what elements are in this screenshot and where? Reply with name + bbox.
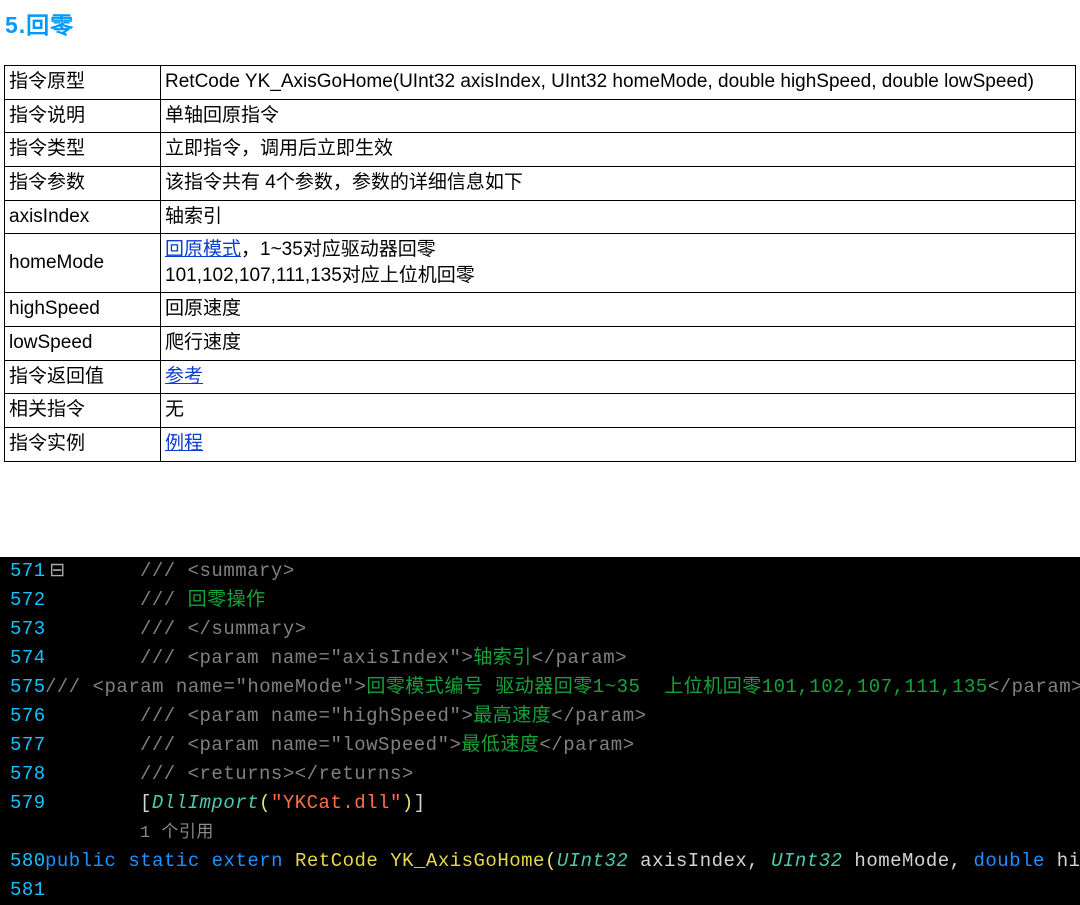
line-number: 571	[0, 557, 45, 586]
row-label: 指令参数	[5, 166, 161, 200]
row-label: lowSpeed	[5, 327, 161, 361]
fold-gutter[interactable]: ⊟	[45, 557, 70, 586]
line-number: 577	[0, 731, 45, 760]
table-row: 相关指令无	[5, 394, 1076, 428]
row-value: 单轴回原指令	[161, 99, 1076, 133]
code-content: 1 个引用	[140, 818, 1080, 848]
code-line: 579 [DllImport("YKCat.dll")]	[0, 789, 1080, 818]
value-link[interactable]: 例程	[165, 433, 203, 454]
line-number: 578	[0, 760, 45, 789]
row-label: 指令说明	[5, 99, 161, 133]
line-number: 574	[0, 644, 45, 673]
line-number: 572	[0, 586, 45, 615]
line-number: 580	[0, 847, 45, 876]
code-line: 574 /// <param name="axisIndex">轴索引</para…	[0, 644, 1080, 673]
code-line: 576 /// <param name="highSpeed">最高速度</par…	[0, 702, 1080, 731]
code-content: [DllImport("YKCat.dll")]	[140, 789, 1080, 818]
row-label: axisIndex	[5, 200, 161, 234]
code-line: 581	[0, 876, 1080, 905]
table-row: lowSpeed爬行速度	[5, 327, 1076, 361]
code-content: /// <param name="axisIndex">轴索引</param>	[140, 644, 1080, 673]
code-content: /// <summary>	[140, 557, 1080, 586]
row-value: 参考	[161, 360, 1076, 394]
line-number: 573	[0, 615, 45, 644]
table-row: 指令类型立即指令，调用后立即生效	[5, 133, 1076, 167]
code-line: 575/// <param name="homeMode">回零模式编号 驱动器…	[0, 673, 1080, 702]
row-label: highSpeed	[5, 293, 161, 327]
row-value: 轴索引	[161, 200, 1076, 234]
code-line: 571⊟ /// <summary>	[0, 557, 1080, 586]
row-value: 爬行速度	[161, 327, 1076, 361]
row-label: 指令返回值	[5, 360, 161, 394]
table-row: 指令实例例程	[5, 428, 1076, 462]
code-line: 572 /// 回零操作	[0, 586, 1080, 615]
row-label: 指令类型	[5, 133, 161, 167]
row-label: 指令实例	[5, 428, 161, 462]
code-line: 573 /// </summary>	[0, 615, 1080, 644]
code-line: 578 /// <returns></returns>	[0, 760, 1080, 789]
table-row: 指令返回值参考	[5, 360, 1076, 394]
code-line: 580public static extern RetCode YK_AxisG…	[0, 847, 1080, 876]
line-number: 581	[0, 876, 45, 905]
table-row: homeMode回原模式，1~35对应驱动器回零101,102,107,111,…	[5, 234, 1076, 293]
code-content: /// </summary>	[140, 615, 1080, 644]
api-doc-table: 指令原型RetCode YK_AxisGoHome(UInt32 axisInd…	[4, 65, 1076, 462]
row-label: homeMode	[5, 234, 161, 293]
code-content: /// <param name="homeMode">回零模式编号 驱动器回零1…	[45, 673, 1080, 702]
value-link[interactable]: 参考	[165, 366, 203, 387]
row-label: 指令原型	[5, 66, 161, 100]
section-heading: 5.回零	[0, 0, 1080, 40]
code-line: 1 个引用	[0, 818, 1080, 847]
line-number: 576	[0, 702, 45, 731]
row-value: 回原速度	[161, 293, 1076, 327]
table-row: 指令原型RetCode YK_AxisGoHome(UInt32 axisInd…	[5, 66, 1076, 100]
line-number: 575	[0, 673, 45, 702]
row-value: 例程	[161, 428, 1076, 462]
table-row: 指令参数该指令共有 4个参数，参数的详细信息如下	[5, 166, 1076, 200]
code-editor: 571⊟ /// <summary> 572 /// 回零操作 573 /// </sum…	[0, 557, 1080, 905]
code-content: /// <param name="lowSpeed">最低速度</param>	[140, 731, 1080, 760]
code-content: /// 回零操作	[140, 586, 1080, 615]
code-content: /// <returns></returns>	[140, 760, 1080, 789]
code-content: /// <param name="highSpeed">最高速度</param>	[140, 702, 1080, 731]
row-label: 相关指令	[5, 394, 161, 428]
code-line: 577 /// <param name="lowSpeed">最低速度</para…	[0, 731, 1080, 760]
row-value: RetCode YK_AxisGoHome(UInt32 axisIndex, …	[161, 66, 1076, 100]
value-link[interactable]: 回原模式	[165, 239, 241, 260]
row-value: 立即指令，调用后立即生效	[161, 133, 1076, 167]
table-row: 指令说明单轴回原指令	[5, 99, 1076, 133]
row-value: 该指令共有 4个参数，参数的详细信息如下	[161, 166, 1076, 200]
code-content: public static extern RetCode YK_AxisGoHo…	[45, 847, 1080, 876]
line-number: 579	[0, 789, 45, 818]
row-value: 无	[161, 394, 1076, 428]
table-row: highSpeed回原速度	[5, 293, 1076, 327]
table-row: axisIndex轴索引	[5, 200, 1076, 234]
row-value: 回原模式，1~35对应驱动器回零101,102,107,111,135对应上位机…	[161, 234, 1076, 293]
